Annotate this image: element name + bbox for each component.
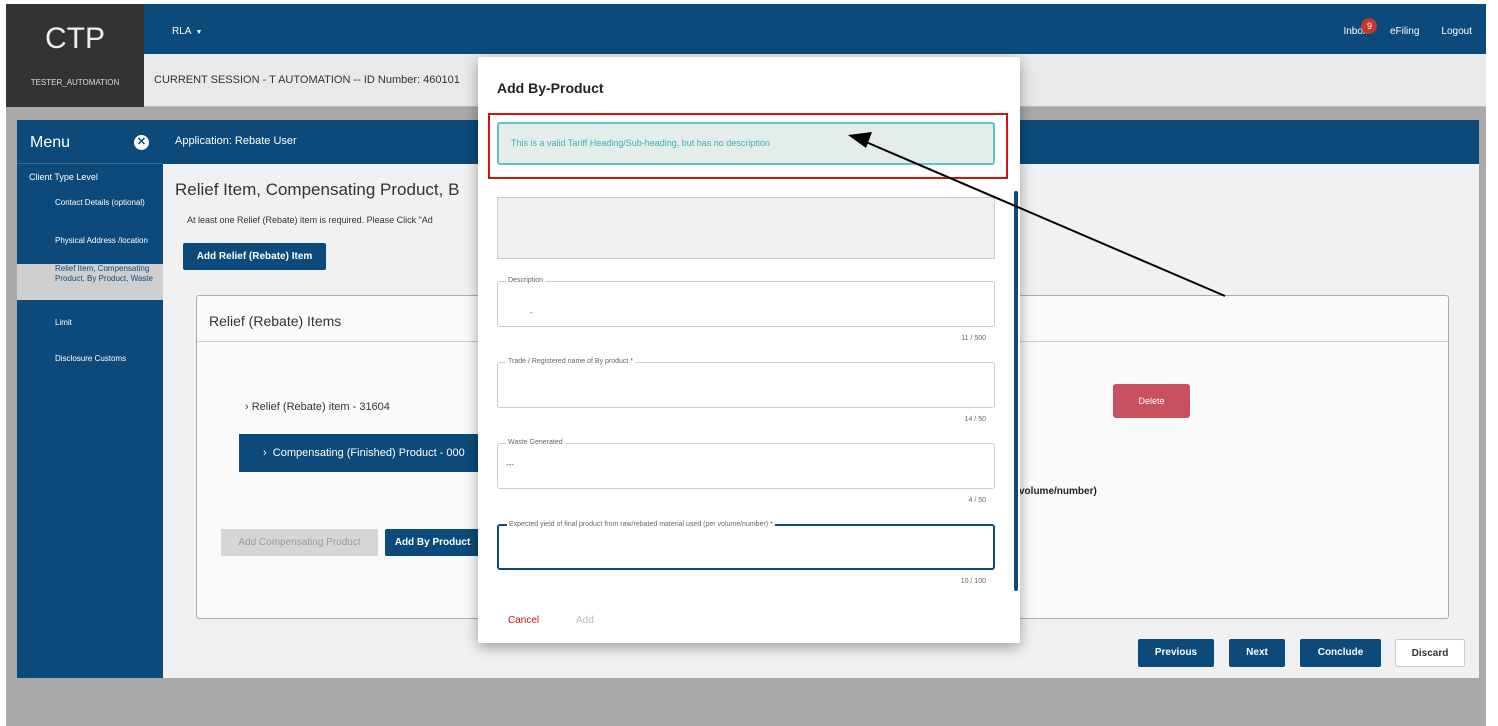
annotation-arrow — [848, 132, 1226, 297]
arrow-line — [865, 141, 1226, 297]
arrow-head-icon — [848, 132, 872, 148]
